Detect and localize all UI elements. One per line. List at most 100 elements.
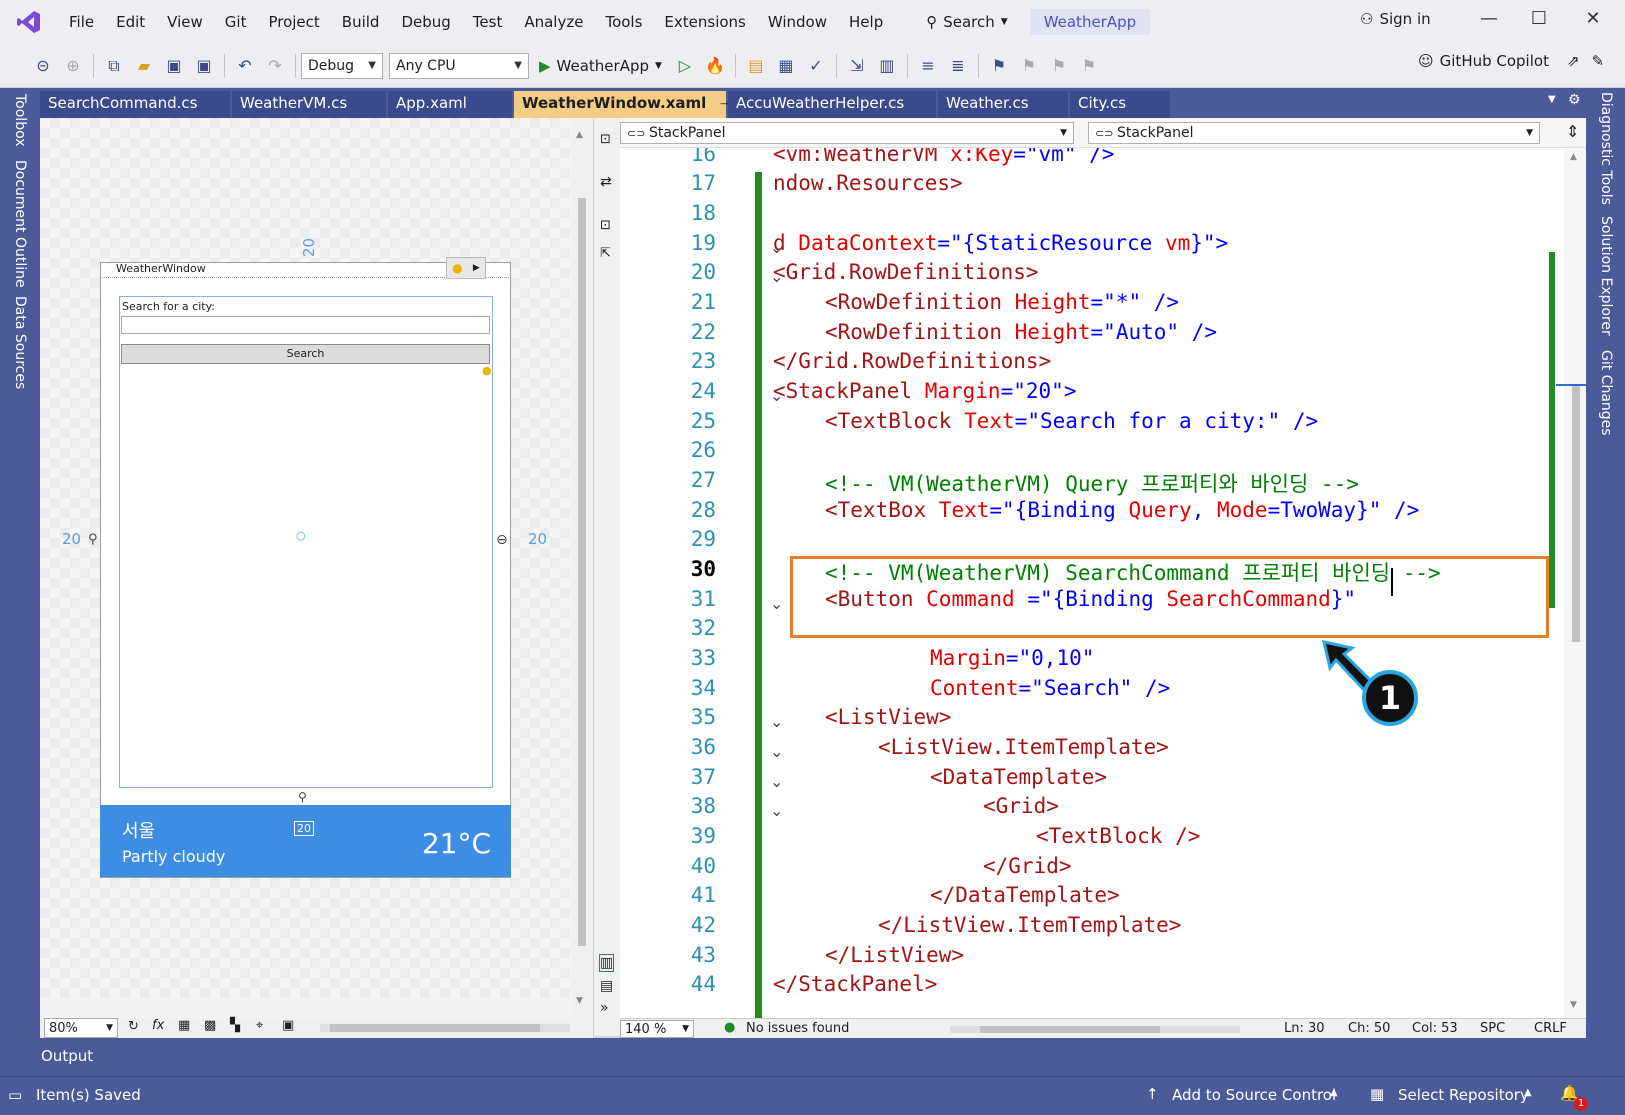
designer-zoom-select[interactable]: 80% ▼ xyxy=(44,1018,118,1038)
designer-search-button[interactable]: Search xyxy=(121,344,490,364)
col-indicator[interactable]: Col: 53 xyxy=(1412,1021,1458,1036)
tab-accuweatherhelper[interactable]: AccuWeatherHelper.cs xyxy=(728,91,936,118)
zoom-to-fit-icon[interactable]: ⊡ xyxy=(600,132,611,147)
fx-icon[interactable]: fx xyxy=(152,1018,164,1033)
diagnostic-tools-tab[interactable]: Diagnostic Tools xyxy=(1598,92,1614,205)
clear-bookmarks-icon[interactable]: ⚑ xyxy=(1076,53,1102,79)
menu-analyze[interactable]: Analyze xyxy=(513,13,594,31)
columns-icon[interactable]: ▥ xyxy=(874,53,900,79)
horizontal-split-icon[interactable]: ▤ xyxy=(600,978,613,994)
tab-weather-cs[interactable]: Weather.cs xyxy=(938,91,1068,118)
new-item-icon[interactable]: ⧉ xyxy=(101,53,127,79)
run-button[interactable]: ▶ WeatherApp ▼ xyxy=(539,57,662,75)
issues-status[interactable]: No issues found xyxy=(746,1021,849,1036)
menu-tools[interactable]: Tools xyxy=(594,13,653,31)
editor-horizontal-scrollbar[interactable] xyxy=(950,1026,1240,1033)
menu-file[interactable]: File xyxy=(58,13,105,31)
whitespace-indicator[interactable]: SPC xyxy=(1480,1021,1505,1036)
checker-icon[interactable]: ▚ xyxy=(230,1018,240,1033)
weather-card[interactable]: 서울 Partly cloudy 21°C 20 xyxy=(100,805,511,877)
settings-icon[interactable]: ⚙ xyxy=(1568,92,1581,108)
redo-icon[interactable]: ↷ xyxy=(262,53,288,79)
configuration-select[interactable]: Debug ▼ xyxy=(301,52,383,79)
designer-vertical-scrollbar[interactable]: ▲ ▼ xyxy=(572,118,593,1018)
expand-pane-icon[interactable]: » xyxy=(600,1000,609,1016)
save-icon[interactable]: ▣ xyxy=(161,53,187,79)
tab-searchcommand[interactable]: SearchCommand.cs xyxy=(40,91,230,118)
platform-select[interactable]: Any CPU ▼ xyxy=(389,52,529,79)
popout-icon[interactable]: ⇱ xyxy=(600,246,611,261)
start-without-debugging-icon[interactable]: ▷ xyxy=(672,53,698,79)
line-indicator[interactable]: Ln: 30 xyxy=(1284,1021,1325,1036)
solution-explorer-tab[interactable]: Solution Explorer xyxy=(1598,216,1614,336)
comment-icon[interactable]: ≡ xyxy=(915,53,941,79)
menu-build[interactable]: Build xyxy=(331,13,391,31)
member-scope-select[interactable]: ⊂⊃ StackPanel ▼ xyxy=(1088,122,1540,144)
char-indicator[interactable]: Ch: 50 xyxy=(1348,1021,1390,1036)
menu-view[interactable]: View xyxy=(156,13,214,31)
designer-textbox[interactable] xyxy=(121,316,490,334)
add-to-source-control-button[interactable]: Add to Source Control xyxy=(1172,1086,1336,1104)
menu-help[interactable]: Help xyxy=(838,13,894,31)
designer-horizontal-scrollbar[interactable] xyxy=(320,1024,570,1032)
tab-weatherwindow-xaml[interactable]: WeatherWindow.xaml ⊣ ✕ xyxy=(514,91,754,118)
sign-in-button[interactable]: ⚇ Sign in xyxy=(1360,10,1431,28)
minimize-icon[interactable]: — xyxy=(1474,8,1504,29)
menu-debug[interactable]: Debug xyxy=(390,13,461,31)
tab-app-xaml[interactable]: App.xaml xyxy=(388,91,512,118)
fold-toggle-icon[interactable]: ⌄ xyxy=(770,594,783,613)
hot-reload-icon[interactable]: 🔥 xyxy=(702,53,728,79)
collapse-pane-icon[interactable]: ⊡ xyxy=(600,218,611,233)
folder-icon[interactable]: ▤ xyxy=(743,53,769,79)
type-scope-select[interactable]: ⊂⊃ StackPanel ▼ xyxy=(620,122,1074,144)
split-editor-icon[interactable]: ⇕ xyxy=(1566,122,1579,141)
git-changes-tab[interactable]: Git Changes xyxy=(1598,350,1614,436)
toolbox-tab[interactable]: Toolbox xyxy=(12,94,28,147)
grid-icon[interactable]: ▦ xyxy=(178,1018,190,1033)
quick-actions-button[interactable]: ● ▶ xyxy=(446,257,486,279)
fold-toggle-icon[interactable]: ⌄ xyxy=(770,238,783,257)
next-bookmark-icon[interactable]: ⚑ xyxy=(1046,53,1072,79)
refresh-icon[interactable]: ↻ xyxy=(128,1019,139,1034)
snap-lines-icon[interactable]: ⌖ xyxy=(256,1018,263,1033)
link-icon[interactable]: ⚲ xyxy=(88,532,98,547)
fold-toggle-icon[interactable]: ⌄ xyxy=(770,712,783,731)
fold-toggle-icon[interactable]: ⌄ xyxy=(770,267,783,286)
snap-grid-icon[interactable]: ▩ xyxy=(204,1018,216,1033)
forward-icon[interactable]: ⊕ xyxy=(60,53,86,79)
menu-window[interactable]: Window xyxy=(757,13,838,31)
spellcheck-icon[interactable]: ✓ xyxy=(803,53,829,79)
close-icon[interactable]: ✕ xyxy=(1578,8,1608,29)
chain-link-icon[interactable]: ⊖ xyxy=(496,532,508,548)
editor-vertical-scrollbar[interactable]: ▲ ▼ xyxy=(1556,148,1586,1018)
menu-test[interactable]: Test xyxy=(462,13,514,31)
device-icon[interactable]: ▣ xyxy=(282,1018,294,1033)
menu-extensions[interactable]: Extensions xyxy=(653,13,756,31)
swap-panes-icon[interactable]: ⇄ xyxy=(600,174,612,190)
select-repository-button[interactable]: Select Repository xyxy=(1398,1086,1529,1104)
maximize-icon[interactable]: ☐ xyxy=(1524,8,1554,29)
undo-icon[interactable]: ↶ xyxy=(232,53,258,79)
uncomment-icon[interactable]: ≣ xyxy=(945,53,971,79)
menu-project[interactable]: Project xyxy=(257,13,330,31)
document-outline-tab[interactable]: Document Outline xyxy=(12,160,28,288)
fold-toggle-icon[interactable]: ⌄ xyxy=(770,742,783,761)
bookmark-icon[interactable]: ⚑ xyxy=(986,53,1012,79)
menu-git[interactable]: Git xyxy=(214,13,258,31)
step-icon[interactable]: ⇲ xyxy=(844,53,870,79)
tab-list-dropdown-icon[interactable]: ▼ xyxy=(1548,94,1556,105)
stackpanel-selection[interactable] xyxy=(119,296,493,788)
save-all-icon[interactable]: ▣ xyxy=(191,53,217,79)
search-menu[interactable]: ⚲ Search ▼ xyxy=(916,7,1017,37)
prev-bookmark-icon[interactable]: ⚑ xyxy=(1016,53,1042,79)
vertical-split-icon[interactable]: ▥ xyxy=(599,954,615,972)
fold-toggle-icon[interactable]: ⌄ xyxy=(770,801,783,820)
menu-edit[interactable]: Edit xyxy=(105,13,156,31)
bottom-link-icon[interactable]: ⚲ xyxy=(298,790,307,804)
github-copilot-button[interactable]: ☺ GitHub Copilot ⇗ ✎ xyxy=(1418,52,1604,70)
editor-zoom-select[interactable]: 140 % ▼ xyxy=(620,1020,694,1038)
data-sources-tab[interactable]: Data Sources xyxy=(12,296,28,389)
line-ending-indicator[interactable]: CRLF xyxy=(1534,1021,1567,1036)
back-icon[interactable]: ⊝ xyxy=(30,53,56,79)
tab-weathervm[interactable]: WeatherVM.cs xyxy=(232,91,386,118)
